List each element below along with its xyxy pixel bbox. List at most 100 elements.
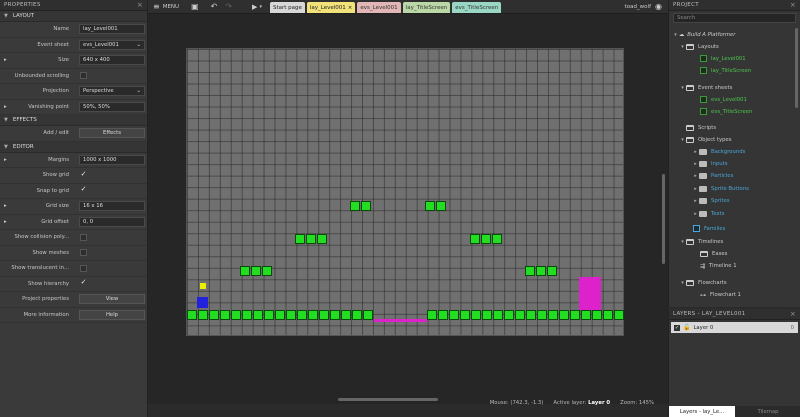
- ground-block[interactable]: [603, 310, 613, 320]
- tree-folder-timelines[interactable]: ▾ Timelines: [669, 236, 800, 247]
- expand-triangle-icon[interactable]: ▾: [679, 44, 686, 50]
- layout-canvas[interactable]: [186, 48, 624, 336]
- tab-evs-titlescreen[interactable]: evs_TitleScreen: [452, 2, 502, 13]
- expand-triangle-icon[interactable]: ▾: [679, 85, 686, 91]
- coin-sprite[interactable]: [200, 283, 206, 289]
- margins-field[interactable]: 1000 x 1000: [79, 154, 145, 165]
- ground-block[interactable]: [286, 310, 296, 320]
- close-icon[interactable]: ×: [348, 5, 353, 11]
- expand-triangle-icon[interactable]: ▸: [692, 149, 699, 155]
- help-button[interactable]: Help: [79, 309, 145, 320]
- tree-folder-eases[interactable]: Eases: [669, 248, 800, 259]
- platform-block[interactable]: [350, 201, 360, 211]
- vertical-scrollbar[interactable]: [662, 174, 665, 264]
- tree-folder-flowcharts[interactable]: ▾ Flowcharts: [669, 277, 800, 288]
- ground-block[interactable]: [187, 310, 197, 320]
- tree-folder-event-sheets[interactable]: ▾ Event sheets: [669, 82, 800, 93]
- ground-block[interactable]: [231, 310, 241, 320]
- name-field[interactable]: lay_Level001: [79, 24, 145, 35]
- size-field[interactable]: 640 x 400: [79, 55, 145, 66]
- ground-block[interactable]: [330, 310, 340, 320]
- ground-block[interactable]: [275, 310, 285, 320]
- ground-block[interactable]: [319, 310, 329, 320]
- show-collision-checkbox[interactable]: [80, 233, 87, 241]
- save-icon[interactable]: ▣: [191, 2, 199, 11]
- expand-triangle-icon[interactable]: ▸: [4, 203, 7, 209]
- ground-block[interactable]: [504, 310, 514, 320]
- section-effects[interactable]: ▼ EFFECTS: [0, 115, 147, 126]
- platform-block[interactable]: [262, 266, 272, 276]
- ground-block[interactable]: [242, 310, 252, 320]
- tree-item-root[interactable]: ▾ ☁ Build A Platformer: [669, 29, 800, 40]
- grid-size-field[interactable]: 16 x 16: [79, 201, 145, 212]
- platform-block[interactable]: [425, 201, 435, 211]
- ground-block[interactable]: [253, 310, 263, 320]
- tree-item-event-sheet[interactable]: evs_TitleScreen: [669, 106, 800, 117]
- layer-visible-checkbox[interactable]: ✓: [674, 324, 680, 331]
- ground-block[interactable]: [438, 310, 448, 320]
- ground-block[interactable]: [614, 310, 624, 320]
- expand-triangle-icon[interactable]: ▾: [672, 32, 679, 38]
- close-icon[interactable]: ×: [790, 310, 796, 318]
- unbounded-checkbox[interactable]: [80, 72, 87, 80]
- ground-block[interactable]: [537, 310, 547, 320]
- tree-folder-families[interactable]: Families: [669, 223, 800, 234]
- ground-block[interactable]: [297, 310, 307, 320]
- tree-folder-layouts[interactable]: ▾ Layouts: [669, 41, 800, 52]
- tree-folder-object-group[interactable]: ▸ Inputs: [669, 158, 800, 169]
- menu-button[interactable]: ≡ MENU: [153, 2, 179, 11]
- close-icon[interactable]: ×: [137, 1, 143, 9]
- expand-triangle-icon[interactable]: ▸: [4, 157, 7, 163]
- tab-evs-level001[interactable]: evs_Level001: [357, 2, 401, 13]
- platform-block[interactable]: [436, 201, 446, 211]
- grid-offset-field[interactable]: 0, 0: [79, 216, 145, 227]
- player-sprite[interactable]: [197, 297, 208, 308]
- tab-lay-titlescreen[interactable]: lay_TitleScreen: [402, 2, 451, 13]
- tree-item-event-sheet[interactable]: evs_Level001: [669, 94, 800, 105]
- expand-triangle-icon[interactable]: ▸: [4, 104, 7, 110]
- platform-block[interactable]: [361, 201, 371, 211]
- ground-block[interactable]: [341, 310, 351, 320]
- expand-triangle-icon[interactable]: ▾: [679, 280, 686, 286]
- tab-tilemap[interactable]: Tilemap: [735, 406, 800, 417]
- tree-item-timeline[interactable]: ⇶ Timeline 1: [669, 260, 800, 271]
- ground-block[interactable]: [220, 310, 230, 320]
- platform-block[interactable]: [525, 266, 535, 276]
- ground-block[interactable]: [427, 310, 437, 320]
- ground-block[interactable]: [515, 310, 525, 320]
- tab-layers[interactable]: Layers - lay_Le...: [669, 406, 735, 417]
- effects-button[interactable]: Effects: [79, 128, 145, 139]
- goal-block[interactable]: [579, 277, 601, 310]
- show-grid-checkbox[interactable]: ✓: [80, 170, 87, 179]
- ground-block[interactable]: [493, 310, 503, 320]
- hazard-strip[interactable]: [374, 319, 427, 322]
- project-scrollbar[interactable]: [795, 28, 798, 108]
- show-translucent-checkbox[interactable]: [80, 264, 87, 272]
- snap-grid-checkbox[interactable]: ✓: [80, 186, 87, 194]
- section-editor[interactable]: ▼ EDITOR: [0, 141, 147, 153]
- expand-triangle-icon[interactable]: ▸: [4, 219, 7, 225]
- ground-block[interactable]: [570, 310, 580, 320]
- expand-triangle-icon[interactable]: ▸: [692, 211, 699, 217]
- tree-folder-object-group[interactable]: ▸ Sprite Buttons: [669, 183, 800, 194]
- tree-folder-scripts[interactable]: Scripts: [669, 122, 800, 133]
- expand-triangle-icon[interactable]: ▸: [692, 161, 699, 167]
- ground-block[interactable]: [264, 310, 274, 320]
- username[interactable]: toad_wolf: [625, 4, 651, 10]
- show-hierarchy-checkbox[interactable]: ✓: [80, 279, 87, 287]
- ground-block[interactable]: [209, 310, 219, 320]
- ground-block[interactable]: [559, 310, 569, 320]
- account-icon[interactable]: ◉: [655, 2, 662, 11]
- view-button[interactable]: View: [79, 294, 145, 305]
- redo-icon[interactable]: ↷: [225, 2, 232, 11]
- platform-block[interactable]: [547, 266, 557, 276]
- undo-icon[interactable]: ↶: [211, 2, 218, 11]
- platform-block[interactable]: [481, 234, 491, 244]
- platform-block[interactable]: [251, 266, 261, 276]
- ground-block[interactable]: [482, 310, 492, 320]
- platform-block[interactable]: [240, 266, 250, 276]
- tab-start-page[interactable]: Start page: [269, 2, 305, 13]
- tree-folder-object-types[interactable]: ▾ Object types: [669, 134, 800, 145]
- ground-block[interactable]: [471, 310, 481, 320]
- ground-block[interactable]: [308, 310, 318, 320]
